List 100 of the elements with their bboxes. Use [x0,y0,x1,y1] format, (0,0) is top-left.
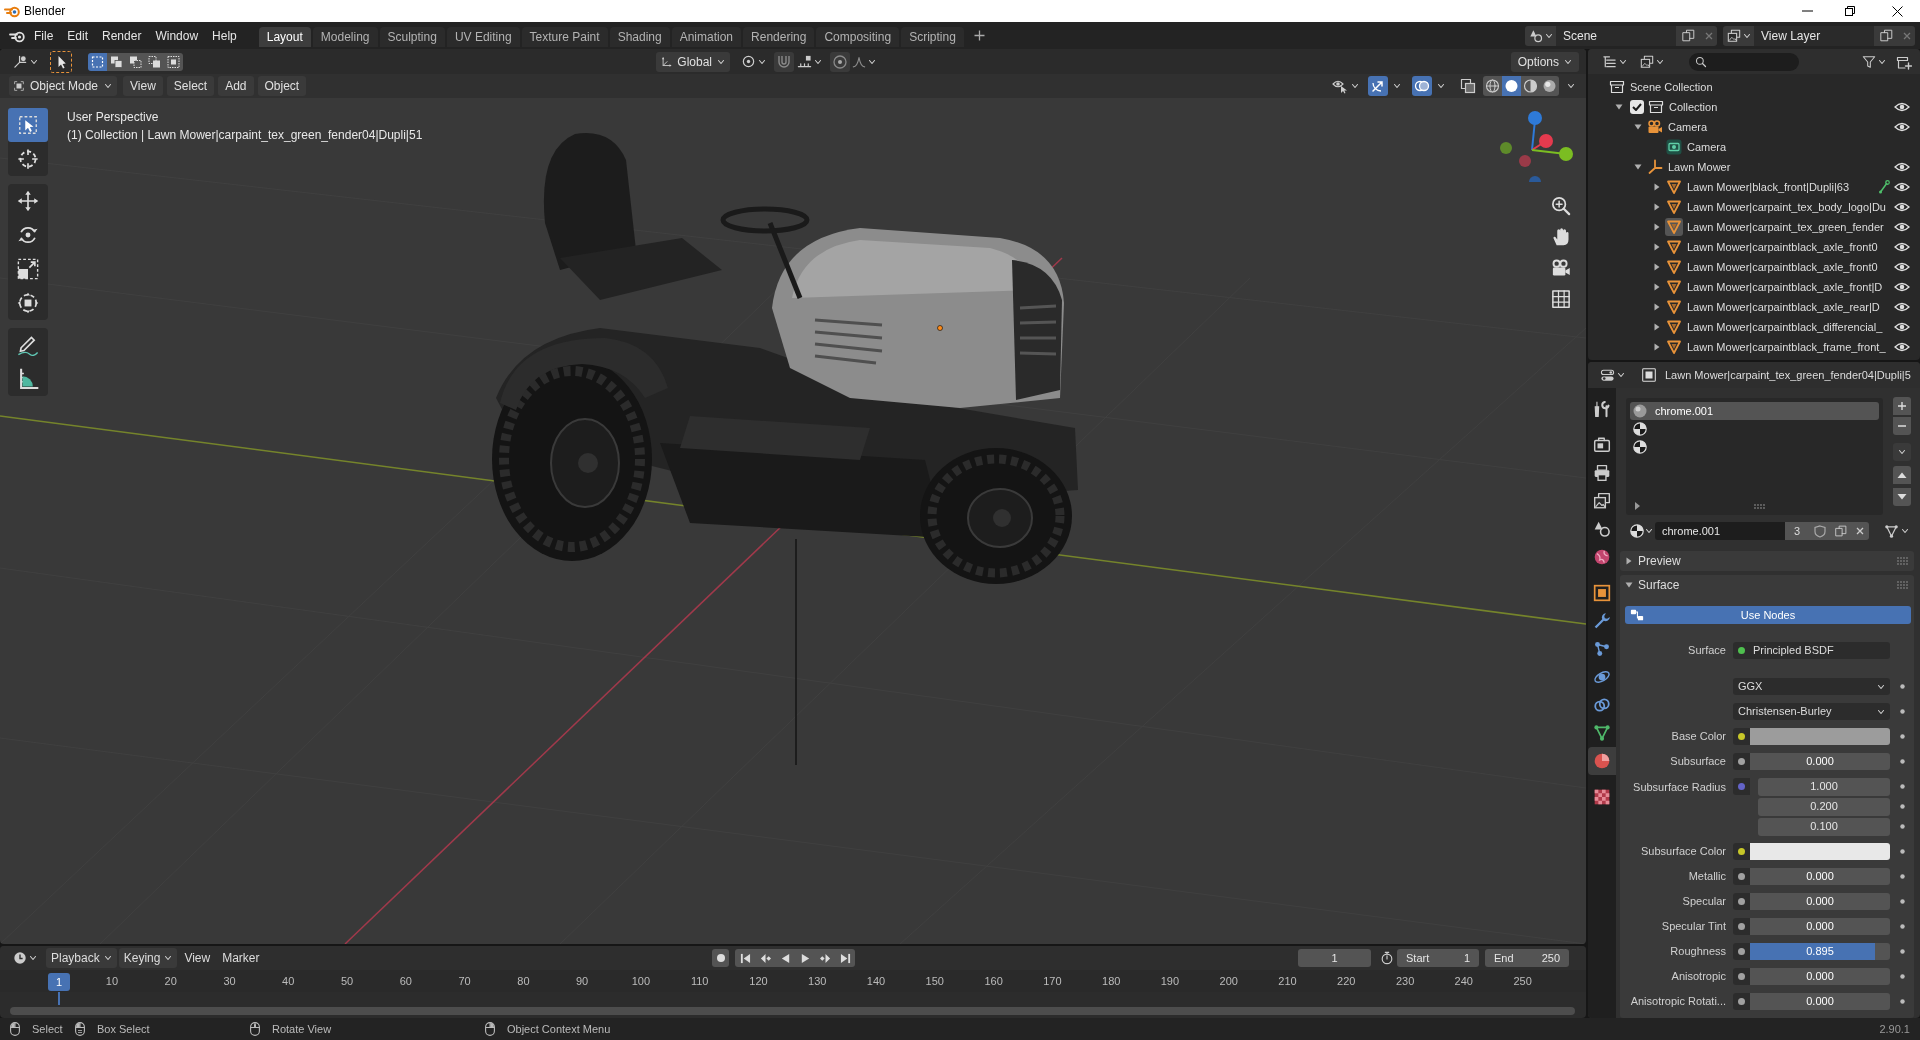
movie-camera-icon[interactable] [1646,118,1664,136]
socket-button[interactable] [1733,968,1750,985]
user-count-button[interactable]: 3 [1785,522,1809,540]
movie-camera-icon[interactable] [1551,258,1571,278]
menu-item[interactable]: Object [257,76,307,96]
outliner-item[interactable]: Camera [1668,118,1708,136]
menu-item[interactable]: Window [148,25,206,46]
menu-item[interactable]: Edit [60,25,96,46]
disclosure-triangle-icon[interactable] [1625,581,1633,589]
keyframe-dot-icon[interactable] [1900,949,1905,954]
outliner-item[interactable]: Lawn Mower|carpaint_tex_body_logo|Du [1687,198,1886,216]
workspace-tab[interactable]: Shading [609,27,670,47]
workspace-tab[interactable]: Texture Paint [521,27,608,47]
close-icon[interactable] [1892,5,1903,17]
keyframe-dot-icon[interactable] [1900,849,1905,854]
bone-icon[interactable] [1878,180,1890,194]
outliner-item[interactable]: Lawn Mower|black_front|Dupli|63 [1687,178,1850,196]
drag-handle-icon[interactable] [1897,557,1908,565]
eye-icon[interactable] [1894,301,1910,313]
outliner-item[interactable]: Lawn Mower|carpaint_tex_green_fender [1687,218,1884,236]
keyframe-dot-icon[interactable] [1900,784,1905,789]
panel-header[interactable]: Surface [1620,575,1914,595]
number-field[interactable]: 1.000 [1758,777,1890,796]
eye-icon[interactable] [1894,221,1910,233]
outliner-item[interactable]: Lawn Mower|carpaintblack_differencial_ [1687,318,1883,336]
navigation-gizmo[interactable] [1498,110,1574,182]
collection-box-icon[interactable] [1647,98,1665,116]
menu-item[interactable]: File [27,25,61,46]
socket-button[interactable] [1733,943,1750,960]
name-field[interactable]: View Layer [1754,25,1874,46]
scrollbar[interactable] [10,1007,1575,1015]
selection-mode-icon[interactable] [164,52,183,71]
triangle-mesh-icon[interactable] [1665,178,1683,196]
slider-field[interactable]: 0.000 [1750,918,1890,935]
checkbox[interactable] [1630,100,1644,114]
outliner-item[interactable]: Scene Collection [1630,78,1713,96]
dropdown[interactable]: Christensen-Burley [1733,703,1890,720]
select-tool-icon[interactable] [50,50,72,73]
eye-icon[interactable] [1894,261,1910,273]
outliner-item[interactable]: Lawn Mower|carpaintblack_axle_front0 [1687,258,1878,276]
restore-icon[interactable] [1845,6,1855,16]
triangle-mesh-icon[interactable] [1665,298,1683,316]
material-slot[interactable]: chrome.001 [1630,402,1879,420]
outliner-item[interactable]: Lawn Mower|carpaintblack_axle_front0 [1687,238,1878,256]
dropdown[interactable]: GGX [1733,678,1890,695]
menu-item[interactable]: View [123,76,163,96]
eye-icon[interactable] [1894,121,1910,133]
triangle-mesh-icon[interactable] [1665,258,1683,276]
workspace-tab[interactable]: UV Editing [446,27,520,47]
menu-item[interactable]: Playback [46,948,117,968]
selection-mode-icon[interactable] [126,52,145,71]
frame-start-field[interactable]: Start 1 [1397,949,1479,967]
unlink-button[interactable] [1851,522,1869,540]
keyframe-dot-icon[interactable] [1900,999,1905,1004]
drag-handle-icon[interactable] [1754,503,1765,509]
workspace-tab[interactable]: Compositing [816,27,900,47]
outliner-item[interactable]: Lawn Mower [1668,158,1731,176]
disclosure-triangle-icon[interactable] [1653,223,1661,231]
keyframe-dot-icon[interactable] [1900,924,1905,929]
socket-button[interactable] [1733,893,1750,910]
disclosure-triangle-icon[interactable] [1653,183,1661,191]
keyframe-dot-icon[interactable] [1900,759,1905,764]
disclosure-triangle-icon[interactable] [1653,323,1661,331]
eye-icon[interactable] [1894,101,1910,113]
workspace-tab[interactable]: Rendering [743,27,815,47]
slider-field[interactable]: 0.000 [1750,968,1890,985]
keyframe-dot-icon[interactable] [1900,684,1905,689]
duplicate-button[interactable] [1676,25,1700,46]
menu-item[interactable]: Add [218,76,254,96]
menu-item[interactable]: Marker [217,948,265,968]
disclosure-triangle-icon[interactable] [1634,123,1642,131]
triangle-mesh-icon[interactable] [1665,278,1683,296]
outliner-item[interactable]: Collection [1669,98,1718,116]
collection-box-icon[interactable] [1608,78,1626,96]
material-name-field[interactable]: chrome.001 [1655,522,1785,540]
selection-mode-icon[interactable] [88,52,107,71]
slider-field[interactable]: 0.000 [1750,753,1890,770]
keyframe-dot-icon[interactable] [1900,709,1905,714]
keyframe-dot-icon[interactable] [1900,874,1905,879]
socket-button[interactable] [1733,753,1750,770]
keyframe-dot-icon[interactable] [1900,804,1905,809]
panel-header[interactable]: Preview [1620,551,1914,571]
remove-button[interactable] [1898,25,1915,46]
axes-icon[interactable] [1646,158,1664,176]
playback-button[interactable] [735,949,755,967]
color-swatch[interactable] [1750,728,1890,745]
current-frame-indicator[interactable]: 1 [48,973,70,991]
disclosure-triangle-icon[interactable] [1653,303,1661,311]
disclosure-triangle-icon[interactable] [1653,343,1661,351]
data-block-dropdown[interactable] [1723,25,1754,46]
selection-mode-icon[interactable] [145,52,164,71]
disclosure-triangle-icon[interactable] [1653,243,1661,251]
disclosure-triangle-icon[interactable] [1653,203,1661,211]
selection-mode-icon[interactable] [107,52,126,71]
slider-field[interactable]: 0.000 [1750,868,1890,885]
triangle-mesh-icon[interactable] [1665,338,1683,356]
socket-button[interactable] [1733,918,1750,935]
options-dropdown[interactable]: Options [1510,51,1579,72]
gizmo-arrows-icon[interactable] [1368,76,1388,96]
proportional-circle-icon[interactable] [830,51,850,72]
